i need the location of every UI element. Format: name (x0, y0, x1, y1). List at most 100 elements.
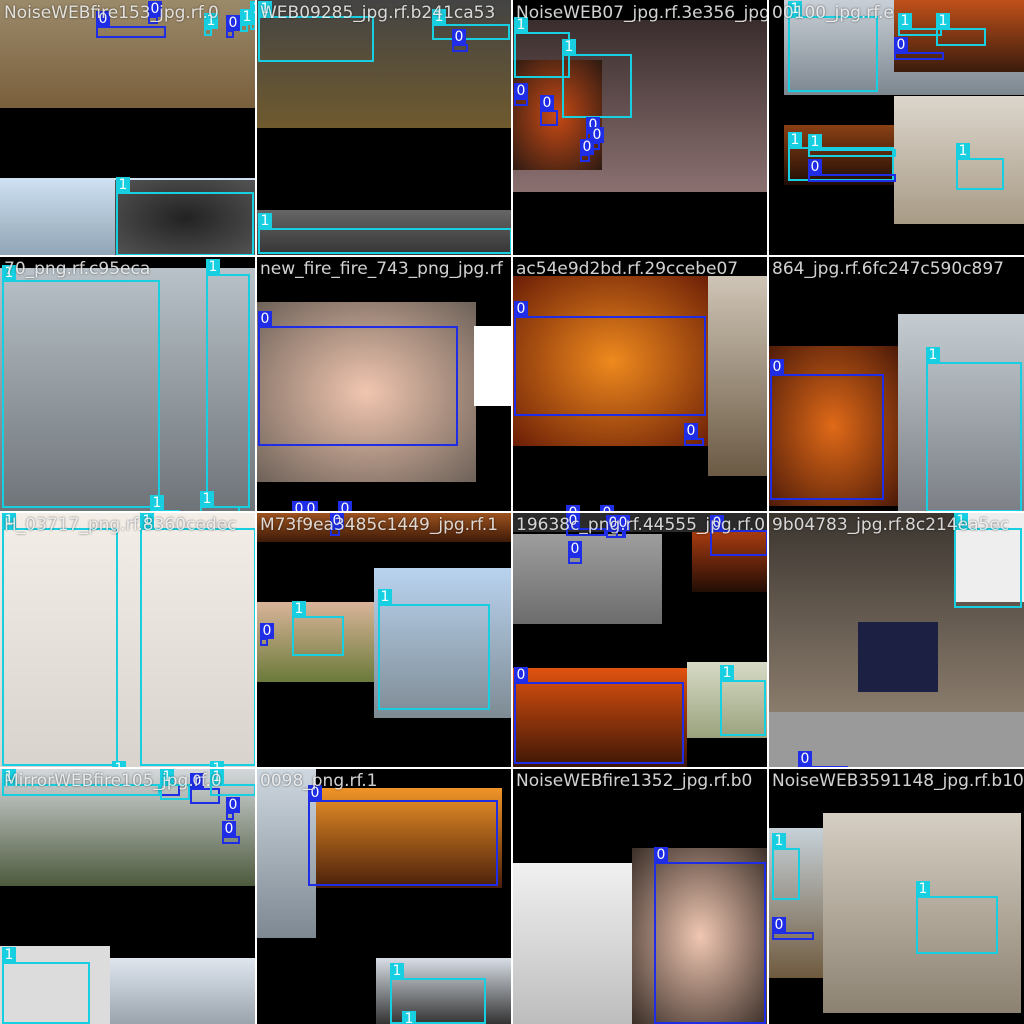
mosaic-tile: 0098_png.rf.1 0 1 1 (256, 768, 512, 1024)
class-id-label: 1 (898, 13, 912, 29)
class-id-label: 1 (772, 833, 786, 849)
image-patch (858, 622, 938, 692)
smoke-bounding-box: 1 (956, 143, 1004, 190)
fire-bounding-box: 0 (710, 515, 768, 556)
class-id-label: 0 (260, 623, 274, 639)
class-id-label: 1 (432, 9, 446, 25)
smoke-bounding-box: 1 (954, 513, 1022, 608)
fire-bounding-box: 0 (452, 29, 468, 52)
class-id-label: 0 (540, 95, 554, 111)
class-id-label: 0 (226, 797, 240, 813)
class-id-label: 0 (330, 513, 344, 529)
fire-bounding-box: 0 (514, 301, 706, 416)
class-id-label: 1 (116, 177, 130, 193)
fire-bounding-box: 0 (894, 37, 944, 60)
class-id-label: 1 (514, 17, 528, 33)
class-id-label: 0 (654, 847, 668, 863)
smoke-bounding-box: 1 (116, 177, 254, 256)
class-id-label: 1 (292, 601, 306, 617)
mosaic-tile: new_fire_fire_743_png_jpg.rf 0 0 0 0 (256, 256, 512, 512)
smoke-bounding-box: 1 (2, 947, 90, 1024)
mosaic-tile: NoiseWEB3591148_jpg.rf.b101001 (768, 768, 1024, 1024)
class-id-label: 1 (2, 265, 16, 281)
class-id-label: 1 (160, 769, 174, 785)
smoke-bounding-box: 1 (562, 39, 632, 118)
fire-bounding-box: 0 (96, 11, 166, 38)
fire-bounding-box: 0 (514, 83, 528, 106)
class-id-label: 1 (258, 1, 272, 17)
image-patch (256, 512, 512, 542)
mosaic-tile: WEB09285_jpg.rf.b241ca53 1 1 0 1 (256, 0, 512, 256)
class-id-label: 0 (222, 821, 236, 837)
fire-bounding-box: 0 (258, 311, 458, 446)
class-id-label: 0 (894, 37, 908, 53)
smoke-bounding-box: 1 (808, 134, 896, 157)
class-id-label: 0 (684, 423, 698, 439)
fire-bounding-box: 0 (580, 139, 594, 162)
smoke-bounding-box: 1 (210, 769, 256, 796)
smoke-bounding-box: 1 (258, 1, 374, 62)
image-patch (512, 863, 632, 1024)
smoke-bounding-box: 1 (140, 513, 256, 766)
smoke-bounding-box: 1 (204, 13, 218, 36)
class-id-label: 1 (926, 347, 940, 363)
mosaic-tile: 864_jpg.rf.6fc247c590c897 0 1 (768, 256, 1024, 512)
class-id-label: 1 (2, 769, 16, 785)
fire-bounding-box: 0 (566, 513, 606, 536)
class-id-label: 1 (140, 513, 154, 529)
grid-divider-horizontal (0, 767, 1024, 769)
class-id-label: 1 (206, 259, 220, 275)
class-id-label: 1 (808, 134, 822, 150)
class-id-label: 1 (916, 881, 930, 897)
fire-bounding-box: 0 (222, 821, 240, 844)
image-patch (474, 326, 512, 406)
class-id-label: 1 (936, 13, 950, 29)
mosaic-tile: 00100_jpg.rf.e 1 1 1 0 1 1 0 1 (768, 0, 1024, 256)
class-id-label: 0 (258, 311, 272, 327)
class-id-label: 0 (514, 83, 528, 99)
class-id-label: 1 (720, 665, 734, 681)
class-id-label: 0 (96, 11, 110, 27)
training-batch-mosaic: NoiseWEBfire153_jpg.rf.00010111WEB09285_… (0, 0, 1024, 1024)
class-id-label: 1 (788, 1, 802, 17)
class-id-label: 0 (148, 1, 162, 17)
fire-bounding-box: 0 (654, 847, 766, 1024)
image-patch (256, 768, 316, 938)
class-id-label: 0 (616, 515, 630, 531)
smoke-bounding-box: 1 (2, 513, 118, 766)
mosaic-tile: 19638c_png.rf.44555_jpg.rf.0 0 0 0 0 0 0 1 (512, 512, 768, 768)
grid-divider-vertical (767, 0, 769, 1024)
class-id-label: 1 (562, 39, 576, 55)
tile-filename: new_fire_fire_743_png_jpg.rf (260, 259, 503, 279)
class-id-label: 0 (710, 515, 724, 531)
fire-bounding-box: 0 (772, 917, 814, 940)
fire-bounding-box: 0 (308, 785, 498, 886)
class-id-label: 0 (514, 667, 528, 683)
class-id-label: 0 (580, 139, 594, 155)
smoke-bounding-box: 1 (720, 665, 766, 736)
grid-divider-horizontal (0, 511, 1024, 513)
fire-bounding-box: 0 (260, 623, 274, 646)
class-id-label: 1 (2, 513, 16, 529)
tile-filename: NoiseWEBfire1352_jpg.rf.b0 (516, 771, 753, 791)
class-id-label: 1 (150, 495, 164, 511)
class-id-label: 1 (258, 213, 272, 229)
image-patch (110, 958, 256, 1024)
smoke-bounding-box: 1 (206, 259, 250, 508)
fire-bounding-box: 0 (226, 15, 240, 38)
smoke-bounding-box: 1 (788, 1, 878, 92)
tile-filename: 864_jpg.rf.6fc247c590c897 (772, 259, 1004, 279)
mosaic-tile: NoiseWEBfire1352_jpg.rf.b0 0 (512, 768, 768, 1024)
mosaic-tile: ac54e9d2bd.rf.29ccebe070000 (512, 256, 768, 512)
smoke-bounding-box: 1 (240, 9, 254, 32)
mosaic-tile: MirrorWEBfire105_jpg.rf.010000111 (0, 768, 256, 1024)
class-id-label: 0 (770, 359, 784, 375)
image-patch (512, 534, 662, 624)
class-id-label: 0 (452, 29, 466, 45)
tile-filename: NoiseWEB3591148_jpg.rf.b10 (772, 771, 1024, 791)
fire-bounding-box: 0 (514, 667, 684, 764)
class-id-label: 0 (226, 15, 240, 31)
smoke-bounding-box: 1 (926, 347, 1022, 512)
fire-bounding-box: 0 (226, 797, 240, 820)
smoke-bounding-box: 1 (2, 769, 160, 796)
